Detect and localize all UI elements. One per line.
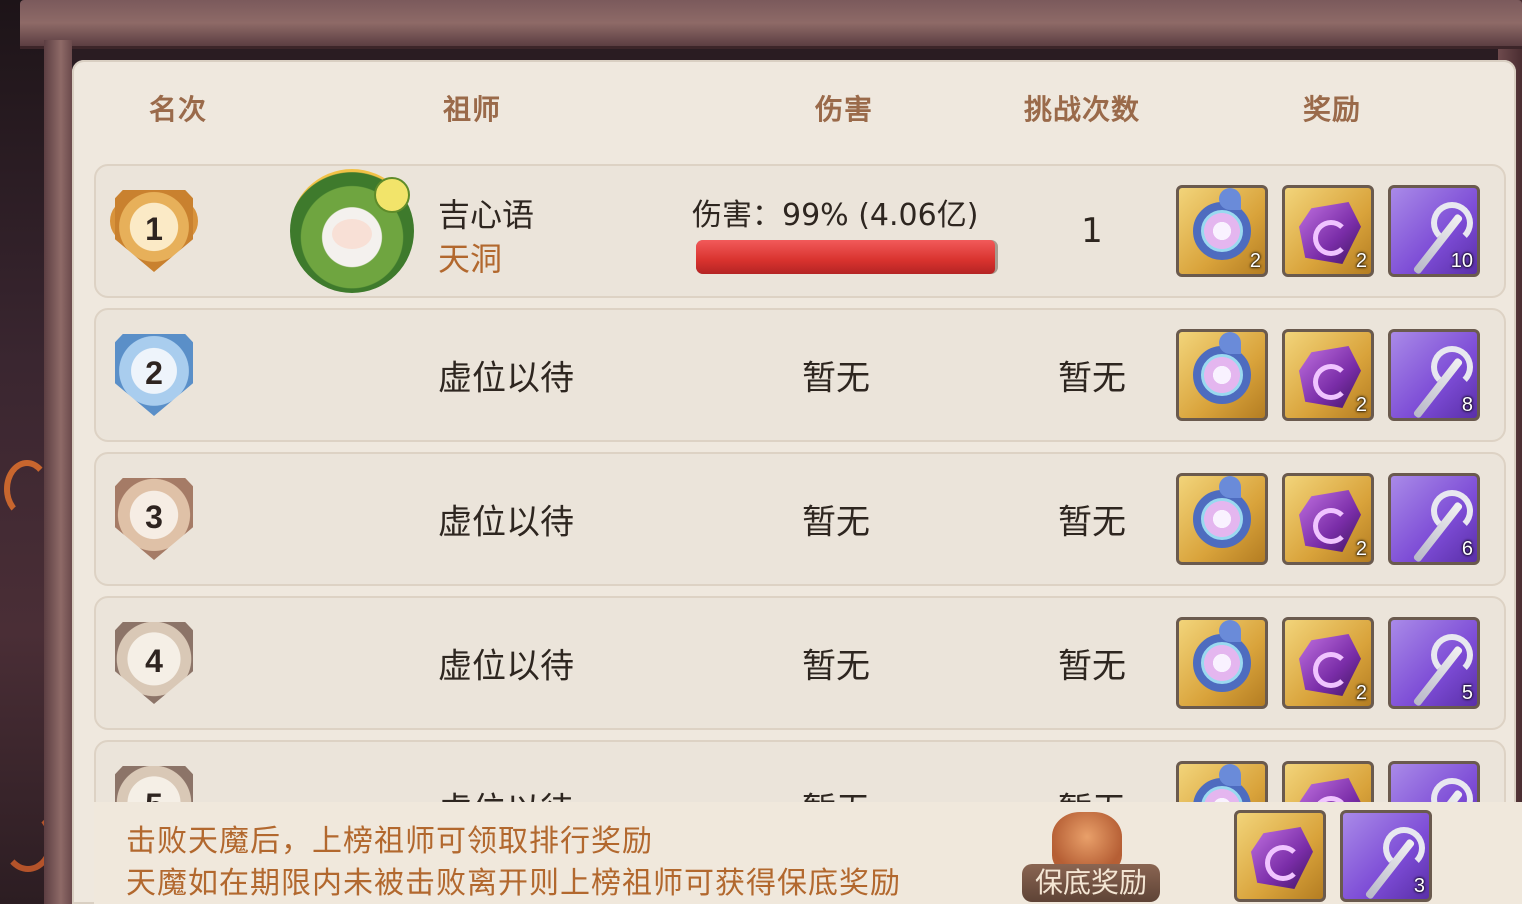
ranking-row-2[interactable]: 2 虚位以待 暂无 暂无 2 8 (94, 308, 1506, 442)
plain-shield-icon: 4 (115, 622, 193, 704)
ranking-row-4[interactable]: 4 虚位以待 暂无 暂无 2 5 (94, 596, 1506, 730)
ranking-panel: 名次 祖师 伤害 挑战次数 奖励 1 吉心语 天洞 伤害：99% (4.06亿)… (72, 60, 1516, 904)
reward-qty: 10 (1450, 250, 1473, 272)
reward-item[interactable] (1176, 329, 1268, 421)
guarantee-reward-list: 3 (1234, 810, 1432, 902)
reward-item[interactable] (1176, 617, 1268, 709)
purple-crystal-icon (1299, 490, 1361, 552)
reward-list: 2 2 10 (1176, 185, 1480, 277)
spirit-orb-icon (1193, 188, 1251, 260)
reward-qty: 8 (1461, 394, 1473, 416)
header-rank: 名次 (148, 93, 208, 126)
ranking-list[interactable]: 1 吉心语 天洞 伤害：99% (4.06亿) 1 2 2 10 2 虚位以待 (94, 160, 1506, 856)
player-placeholder: 虚位以待 (438, 502, 574, 543)
reward-item[interactable]: 8 (1388, 329, 1480, 421)
spirit-orb-icon (1193, 332, 1251, 404)
player-avatar[interactable] (290, 169, 414, 293)
challenge-count: 暂无 (1058, 502, 1126, 543)
spirit-orb-icon (1193, 620, 1251, 692)
reward-qty: 2 (1355, 538, 1367, 560)
rank-number: 3 (145, 498, 163, 535)
reward-item[interactable]: 10 (1388, 185, 1480, 277)
challenge-count: 暂无 (1058, 358, 1126, 399)
frame-top (20, 0, 1522, 49)
header-rewards: 奖励 (1302, 93, 1362, 126)
purple-crystal-icon (1299, 634, 1361, 696)
rank-badge: 3 (106, 471, 202, 567)
reward-list: 2 6 (1176, 473, 1480, 565)
damage-bar-fill (696, 240, 995, 274)
reward-qty: 2 (1249, 250, 1261, 272)
reward-list: 2 8 (1176, 329, 1480, 421)
reward-item[interactable]: 2 (1176, 185, 1268, 277)
rank-number: 1 (145, 210, 163, 247)
purple-crystal-icon (1299, 202, 1361, 264)
header-master: 祖师 (442, 93, 502, 126)
rule-note-1: 击败天魔后，上榜祖师可领取排行奖励 (126, 824, 653, 859)
bronze-shield-icon: 3 (115, 478, 193, 560)
spirit-orb-icon (1193, 476, 1251, 548)
reward-list: 2 5 (1176, 617, 1480, 709)
frame-left (44, 40, 72, 904)
header-damage: 伤害 (814, 93, 874, 126)
damage-value: 暂无 (802, 358, 870, 399)
guarantee-label: 保底奖励 (1022, 864, 1160, 902)
reward-item[interactable] (1176, 473, 1268, 565)
reward-qty: 2 (1355, 394, 1367, 416)
avatar-badge-icon (374, 177, 410, 213)
player-placeholder: 虚位以待 (438, 646, 574, 687)
ranking-row-3[interactable]: 3 虚位以待 暂无 暂无 2 6 (94, 452, 1506, 586)
rank-badge: 2 (106, 327, 202, 423)
reward-item[interactable] (1234, 810, 1326, 902)
footer-panel: 击败天魔后，上榜祖师可领取排行奖励 天魔如在期限内未被击败离开则上榜祖师可获得保… (94, 802, 1522, 904)
silver-shield-icon: 2 (115, 334, 193, 416)
table-header: 名次 祖师 伤害 挑战次数 奖励 (72, 60, 1516, 158)
guarantee-reward-badge[interactable]: 保底奖励 (1012, 810, 1162, 904)
purple-crystal-icon (1299, 346, 1361, 408)
damage-label: 伤害：99% (4.06亿) (692, 198, 979, 233)
reward-item[interactable]: 2 (1282, 329, 1374, 421)
reward-item[interactable]: 2 (1282, 617, 1374, 709)
ranking-row-1[interactable]: 1 吉心语 天洞 伤害：99% (4.06亿) 1 2 2 10 (94, 164, 1506, 298)
damage-bar (696, 240, 998, 274)
gold-shield-icon: 1 (115, 190, 193, 272)
player-sect: 天洞 (438, 240, 503, 278)
reward-item[interactable]: 5 (1388, 617, 1480, 709)
reward-qty: 3 (1413, 875, 1425, 897)
rank-badge: 4 (106, 615, 202, 711)
player-name: 吉心语 (438, 196, 535, 234)
damage-value: 暂无 (802, 646, 870, 687)
rank-number: 2 (145, 354, 163, 391)
reward-item[interactable]: 2 (1282, 185, 1374, 277)
rank-badge: 1 (106, 183, 202, 279)
reward-qty: 2 (1355, 682, 1367, 704)
player-placeholder: 虚位以待 (438, 358, 574, 399)
reward-item[interactable]: 3 (1340, 810, 1432, 902)
reward-qty: 2 (1355, 250, 1367, 272)
reward-qty: 6 (1461, 538, 1473, 560)
rule-note-2: 天魔如在期限内未被击败离开则上榜祖师可获得保底奖励 (126, 866, 901, 901)
purple-crystal-icon (1251, 827, 1313, 889)
challenge-count: 暂无 (1058, 646, 1126, 687)
reward-item[interactable]: 6 (1388, 473, 1480, 565)
rank-number: 4 (145, 642, 163, 679)
header-challenges: 挑战次数 (1023, 93, 1141, 126)
damage-value: 暂无 (802, 502, 870, 543)
reward-qty: 5 (1461, 682, 1473, 704)
reward-item[interactable]: 2 (1282, 473, 1374, 565)
challenge-count: 1 (1081, 211, 1103, 251)
